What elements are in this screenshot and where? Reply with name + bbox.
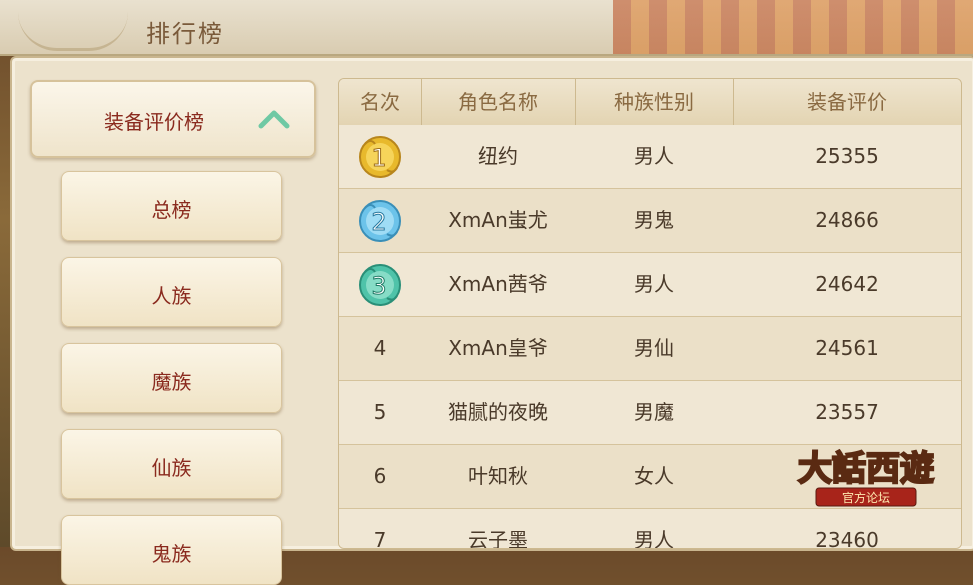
svg-text:2: 2 [371, 208, 386, 236]
title-ornament [18, 12, 128, 51]
race-gender: 男仙 [634, 336, 674, 360]
menu-item-demon[interactable]: 魔族 [61, 343, 282, 413]
svg-text:3: 3 [371, 272, 386, 300]
menu-item-overall[interactable]: 总榜 [61, 171, 282, 241]
table-row[interactable]: 4 XmAn皇爷 男仙 24561 [339, 317, 961, 381]
svg-text:官方论坛: 官方论坛 [842, 490, 890, 505]
table-row[interactable]: 5 猫腻的夜晚 男魔 23557 [339, 381, 961, 445]
rank-number: 4 [373, 336, 387, 360]
svg-text:大話西遊: 大話西遊 [798, 449, 934, 489]
menu-item-human[interactable]: 人族 [61, 257, 282, 327]
game-logo: 大話西遊 官方论坛 [797, 448, 935, 507]
menu-item-ghost[interactable]: 鬼族 [61, 515, 282, 585]
menu-item-label: 人族 [151, 284, 192, 308]
menu-item-label: 仙族 [151, 456, 192, 480]
equipment-score: 24561 [815, 336, 879, 360]
title-bar: 排行榜 [0, 0, 973, 56]
menu-item-label: 总榜 [151, 198, 192, 222]
column-header-equipment-score: 装备评价 [807, 90, 887, 114]
race-gender: 女人 [634, 464, 674, 488]
player-name: 猫腻的夜晚 [448, 400, 548, 424]
menu-item-immortal[interactable]: 仙族 [61, 429, 282, 499]
table-row[interactable]: XmAn蚩尤 男鬼 24866 [339, 189, 961, 253]
category-dropdown-equipment-rank[interactable]: 装备评价榜 [30, 80, 316, 158]
equipment-score: 23557 [815, 400, 879, 424]
rank-number: 7 [373, 528, 387, 549]
race-gender: 男人 [634, 272, 674, 296]
race-gender: 男人 [634, 144, 674, 168]
player-name: 叶知秋 [468, 464, 528, 488]
player-name: XmAn皇爷 [448, 336, 548, 360]
table-row[interactable]: XmAn茜爷 男人 24642 [339, 253, 961, 317]
menu-item-label: 魔族 [151, 370, 192, 394]
player-name: XmAn蚩尤 [448, 208, 548, 232]
player-name: XmAn茜爷 [448, 272, 548, 296]
race-gender: 男魔 [634, 400, 674, 424]
player-name: 纽约 [478, 144, 518, 168]
column-header-rank: 名次 [339, 79, 422, 125]
background-rooftop [613, 0, 973, 54]
equipment-score: 24642 [815, 272, 879, 296]
table-header: 名次 角色名称 种族性别 装备评价 [339, 79, 961, 126]
menu-item-label: 鬼族 [151, 542, 192, 566]
svg-text:1: 1 [371, 144, 386, 172]
race-gender: 男鬼 [634, 208, 674, 232]
column-header-name: 角色名称 [421, 79, 576, 125]
category-dropdown-label: 装备评价榜 [104, 110, 204, 134]
player-name: 云子墨 [468, 528, 528, 549]
rank-number: 1 [371, 144, 387, 173]
rank-number: 3 [371, 272, 387, 301]
equipment-score: 24866 [815, 208, 879, 232]
page-title: 排行榜 [146, 20, 224, 48]
rank-number: 6 [373, 464, 387, 488]
race-gender: 男人 [634, 528, 674, 549]
table-row[interactable]: 纽约 男人 25355 [339, 125, 961, 189]
rank-number: 2 [371, 208, 387, 237]
column-header-race-gender: 种族性别 [575, 79, 734, 125]
rank-number: 5 [373, 400, 387, 424]
chevron-up-icon [258, 110, 290, 129]
equipment-score: 25355 [815, 144, 879, 168]
